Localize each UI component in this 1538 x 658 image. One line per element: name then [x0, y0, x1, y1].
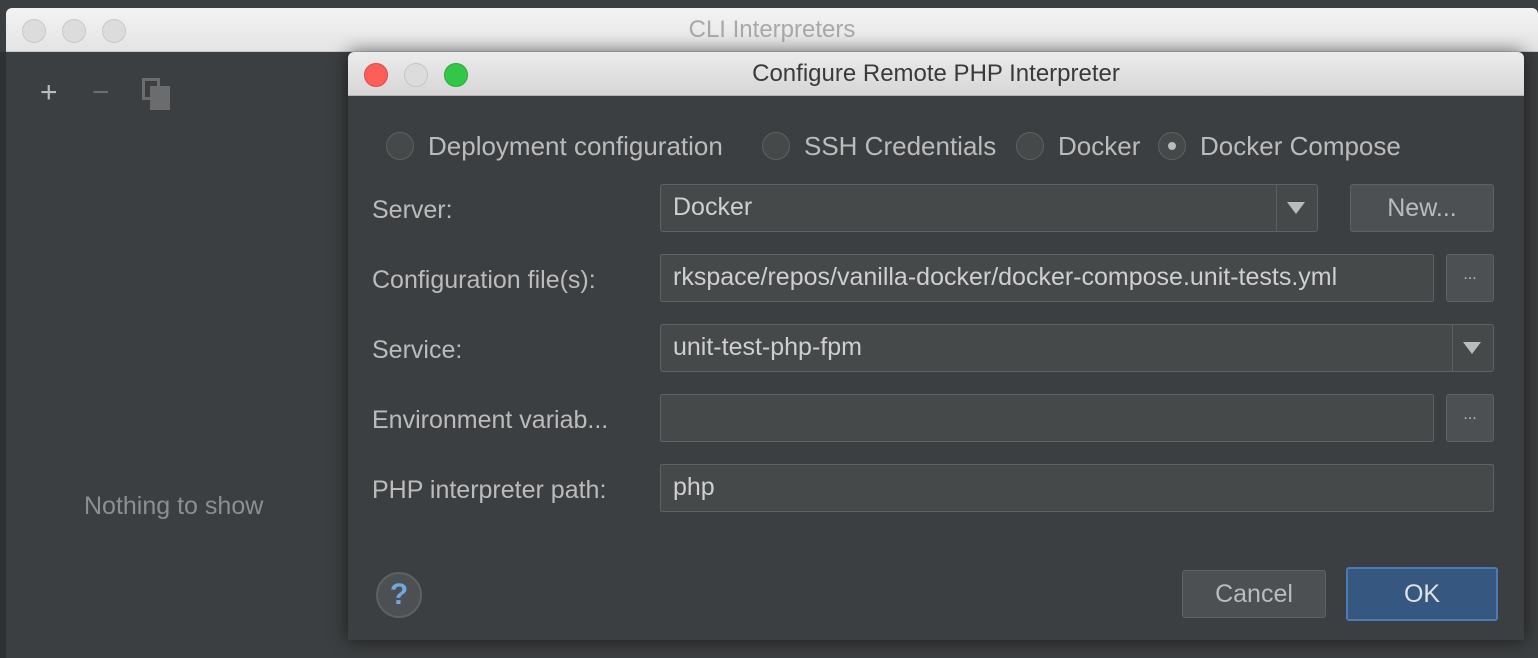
radio-label-docker-compose[interactable]: Docker Compose [1200, 130, 1401, 162]
chevron-down-icon [1287, 202, 1305, 214]
radio-docker-compose[interactable] [1158, 132, 1186, 160]
server-combo[interactable]: Docker [660, 184, 1318, 232]
radio-label-ssh[interactable]: SSH Credentials [804, 130, 996, 162]
env-vars-label: Environment variab... [372, 406, 609, 434]
minus-icon[interactable]: − [92, 78, 110, 108]
php-path-label: PHP interpreter path: [372, 476, 607, 504]
config-files-browse-button[interactable]: ... [1446, 254, 1494, 302]
env-vars-field[interactable] [660, 394, 1434, 442]
plus-icon[interactable]: + [40, 78, 58, 108]
dialog-titlebar: Configure Remote PHP Interpreter [348, 52, 1524, 96]
ok-button[interactable]: OK [1346, 567, 1498, 621]
outer-window-title: CLI Interpreters [688, 16, 856, 43]
copy-icon[interactable] [140, 78, 172, 110]
new-server-button[interactable]: New... [1350, 184, 1494, 232]
dialog-title: Configure Remote PHP Interpreter [752, 60, 1120, 87]
env-vars-browse-button[interactable]: ... [1446, 394, 1494, 442]
configure-dialog: Configure Remote PHP Interpreter Deploym… [348, 52, 1524, 640]
server-label: Server: [372, 196, 453, 224]
service-combo[interactable]: unit-test-php-fpm [660, 324, 1494, 372]
service-label: Service: [372, 336, 463, 364]
config-files-label: Configuration file(s): [372, 266, 596, 294]
help-icon[interactable]: ? [376, 572, 422, 618]
php-path-field[interactable]: php [660, 464, 1494, 512]
radio-ssh-credentials[interactable] [762, 132, 790, 160]
cancel-button[interactable]: Cancel [1182, 570, 1326, 618]
config-files-field[interactable]: rkspace/repos/vanilla-docker/docker-comp… [660, 254, 1434, 302]
service-value: unit-test-php-fpm [673, 333, 862, 361]
outer-titlebar: CLI Interpreters [6, 8, 1538, 52]
chevron-down-icon [1463, 342, 1481, 354]
radio-label-deployment[interactable]: Deployment configuration [428, 130, 723, 162]
server-value: Docker [673, 193, 753, 221]
radio-deployment-configuration[interactable] [386, 132, 414, 160]
empty-list-text: Nothing to show [84, 492, 264, 520]
radio-label-docker[interactable]: Docker [1058, 130, 1140, 162]
radio-docker[interactable] [1016, 132, 1044, 160]
